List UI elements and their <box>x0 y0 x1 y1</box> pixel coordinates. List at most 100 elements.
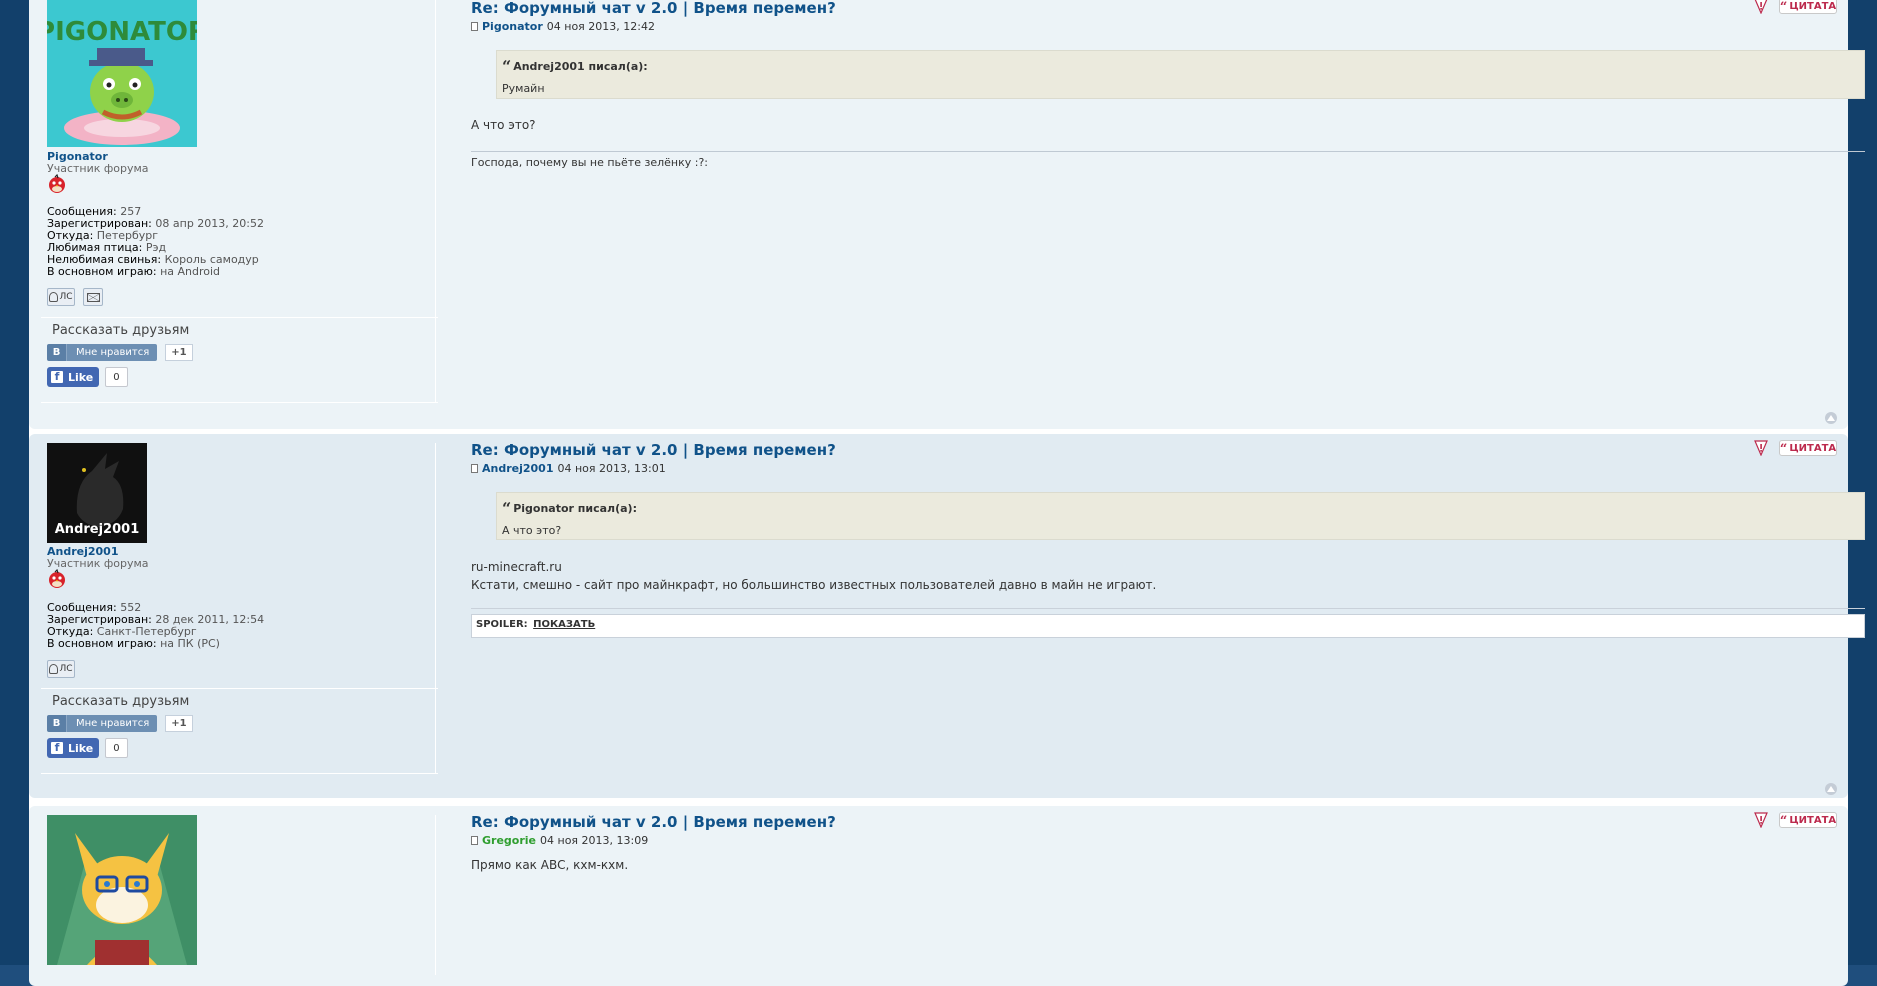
column-divider <box>435 443 436 773</box>
report-icon[interactable] <box>1753 812 1769 829</box>
field-value: на Android <box>160 265 221 278</box>
profile-fields: Сообщения: 552 Зарегистрирован: 28 дек 2… <box>47 602 264 650</box>
post-author[interactable]: Gregorie <box>482 834 536 847</box>
pm-button[interactable]: ЛС <box>47 660 75 678</box>
avatar-text: PIGONATOR <box>47 17 197 47</box>
signature-divider <box>471 151 1865 152</box>
pm-icon <box>49 292 59 302</box>
spoiler-label: SPOILER: <box>476 619 528 630</box>
quote-mark-icon: “ <box>502 57 512 76</box>
post-date: 04 ноя 2013, 13:01 <box>557 462 666 475</box>
post-text-line: А что это? <box>471 118 536 132</box>
field-value: на ПК (PC) <box>160 637 220 650</box>
facebook-icon: f <box>51 370 63 383</box>
post-title[interactable]: Re: Форумный чат v 2.0 | Время перемен? <box>471 441 836 459</box>
report-icon[interactable] <box>1753 440 1769 457</box>
topic-wrapper: PIGONATOR Pigonator Участник форума <box>29 0 1865 986</box>
post-author[interactable]: Andrej2001 <box>482 462 554 475</box>
avatar[interactable]: PIGONATOR <box>47 0 197 147</box>
avatar[interactable]: Andrej2001 <box>47 443 147 543</box>
quote-button[interactable]: “ ЦИТАТА <box>1779 440 1837 457</box>
post-text-line: Кстати, смешно - сайт про майнкрафт, но … <box>471 578 1157 592</box>
avatar[interactable] <box>47 815 197 965</box>
quote-button-label: ЦИТАТА <box>1789 442 1837 454</box>
share-title: Рассказать друзьям <box>52 323 190 338</box>
fb-like-label: Like <box>68 741 94 755</box>
fb-like-widget[interactable]: f Like 0 <box>47 738 128 758</box>
field-label: В основном играю: <box>47 637 157 650</box>
post-text: ru-minecraft.ru Кстати, смешно - сайт пр… <box>471 558 1156 594</box>
field-label: В основном играю: <box>47 265 157 278</box>
vk-like-label: Мне нравится <box>66 715 158 732</box>
vk-like-widget[interactable]: В Мне нравится +1 <box>47 715 193 732</box>
email-button[interactable] <box>83 288 103 306</box>
signature: Господа, почему вы не пьёте зелёнку :?: <box>471 156 708 169</box>
post-1: PIGONATOR Pigonator Участник форума <box>29 0 1865 429</box>
report-icon[interactable] <box>1753 0 1769 15</box>
column-divider <box>435 815 436 975</box>
post-author[interactable]: Pigonator <box>482 20 543 33</box>
spoiler-box: SPOILER: ПОКАЗАТЬ <box>471 614 1865 638</box>
profile-bottom-divider <box>41 773 438 774</box>
column-divider <box>435 0 436 402</box>
post-text-line: ru-minecraft.ru <box>471 560 562 574</box>
avatar-text: Andrej2001 <box>55 522 140 537</box>
post-author-line: Gregorie 04 ноя 2013, 13:09 <box>471 834 648 847</box>
back-to-top-icon[interactable] <box>1825 412 1837 424</box>
email-icon <box>86 292 100 302</box>
post-title[interactable]: Re: Форумный чат v 2.0 | Время перемен? <box>471 813 836 831</box>
facebook-icon: f <box>51 741 63 754</box>
blockquote: “Andrej2001 писал(а): Румайн <box>496 50 1865 99</box>
post-icon[interactable] <box>471 836 478 845</box>
vk-like-count: +1 <box>165 715 193 732</box>
quote-button-label: ЦИТАТА <box>1789 0 1837 12</box>
share-divider <box>41 688 438 689</box>
spoiler-show-link[interactable]: ПОКАЗАТЬ <box>533 619 595 630</box>
post-text: Прямо как АВС, кхм-кхм. <box>471 856 628 874</box>
page-left-edge <box>0 0 29 965</box>
quote-icon: “ <box>1779 441 1788 457</box>
pm-button[interactable]: ЛС <box>47 288 75 306</box>
post-author-line: Pigonator 04 ноя 2013, 12:42 <box>471 20 655 33</box>
fb-like-widget[interactable]: f Like 0 <box>47 367 128 387</box>
quote-mark-icon: “ <box>502 499 512 518</box>
profile-bottom-divider <box>41 402 438 403</box>
quote-text: Румайн <box>502 82 545 95</box>
rank-bird-icon <box>47 173 67 194</box>
page-right-edge <box>1848 0 1877 965</box>
vk-icon: В <box>47 715 66 732</box>
quote-text: А что это? <box>502 524 562 537</box>
quote-button[interactable]: “ ЦИТАТА <box>1779 0 1837 15</box>
post-icon[interactable] <box>471 464 478 473</box>
contact-buttons: ЛС <box>47 660 75 678</box>
vk-like-widget[interactable]: В Мне нравится +1 <box>47 344 193 361</box>
quote-header: Andrej2001 писал(а): <box>513 60 648 73</box>
profile-fields: Сообщения: 257 Зарегистрирован: 08 апр 2… <box>47 206 264 278</box>
back-to-top-icon[interactable] <box>1825 783 1837 795</box>
fb-like-label: Like <box>68 370 94 384</box>
post-title[interactable]: Re: Форумный чат v 2.0 | Время перемен? <box>471 0 836 17</box>
pm-label: ЛС <box>59 292 73 302</box>
rank-bird-icon <box>47 568 67 589</box>
quote-icon: “ <box>1779 0 1788 15</box>
quote-button-label: ЦИТАТА <box>1789 814 1837 826</box>
quote-button[interactable]: “ ЦИТАТА <box>1779 812 1837 829</box>
fb-like-count: 0 <box>105 738 128 758</box>
post-icon[interactable] <box>471 22 478 31</box>
post-text: А что это? <box>471 116 536 134</box>
pm-icon <box>49 664 59 674</box>
post-text-line: Прямо как АВС, кхм-кхм. <box>471 858 629 872</box>
field-value: 08 апр 2013, 20:52 <box>155 217 264 230</box>
quote-icon: “ <box>1779 813 1788 829</box>
quote-header: Pigonator писал(а): <box>513 502 637 515</box>
spoiler-divider <box>471 608 1865 609</box>
post-date: 04 ноя 2013, 12:42 <box>546 20 655 33</box>
vk-like-label: Мне нравится <box>66 344 158 361</box>
vk-like-count: +1 <box>165 344 193 361</box>
pm-label: ЛС <box>59 664 73 674</box>
share-title: Рассказать друзьям <box>52 694 190 709</box>
post-author-line: Andrej2001 04 ноя 2013, 13:01 <box>471 462 666 475</box>
post-3: Re: Форумный чат v 2.0 | Время перемен? … <box>29 806 1848 986</box>
post-2: Andrej2001 Andrej2001 Участник форума Со… <box>29 434 1865 798</box>
blockquote: “Pigonator писал(а): А что это? <box>496 492 1865 540</box>
